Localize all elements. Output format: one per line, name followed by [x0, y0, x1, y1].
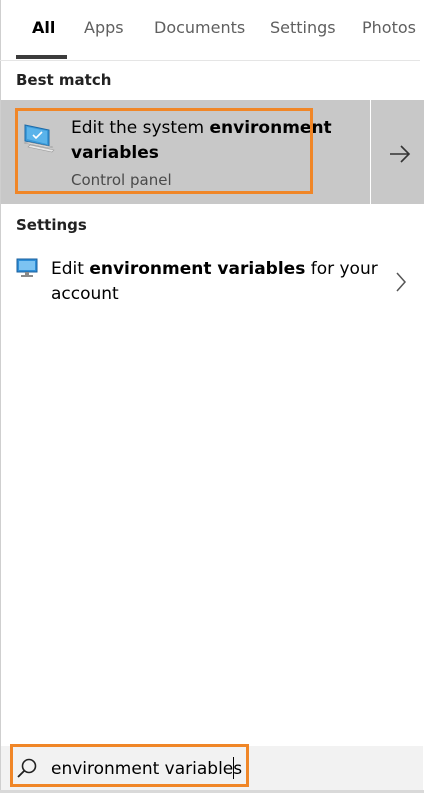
- settings-item-line2: account: [51, 284, 119, 304]
- tab-photos[interactable]: Photos: [362, 18, 416, 37]
- best-match-highlight-box: [15, 108, 313, 194]
- tab-settings[interactable]: Settings: [270, 18, 336, 37]
- settings-heading: Settings: [16, 216, 87, 234]
- filter-tabs: All Apps Documents Settings Photos: [0, 0, 420, 61]
- chevron-right-icon: [396, 272, 407, 292]
- tab-documents[interactable]: Documents: [154, 18, 245, 37]
- tab-all[interactable]: All: [32, 18, 55, 37]
- settings-item-keyword: environment variables: [89, 259, 306, 279]
- best-match-heading: Best match: [16, 71, 112, 89]
- search-highlight-box: [10, 744, 249, 787]
- settings-item-prefix: Edit: [51, 259, 90, 279]
- monitor-settings-icon: [16, 258, 38, 277]
- arrow-right-icon: [390, 145, 411, 163]
- settings-item-suffix: for your: [305, 259, 378, 279]
- tab-apps[interactable]: Apps: [84, 18, 124, 37]
- open-details-button[interactable]: [371, 100, 424, 204]
- settings-result-item[interactable]: [1, 244, 421, 316]
- settings-item-line1: Edit environment variables for your: [51, 259, 378, 279]
- active-tab-indicator: [16, 55, 67, 59]
